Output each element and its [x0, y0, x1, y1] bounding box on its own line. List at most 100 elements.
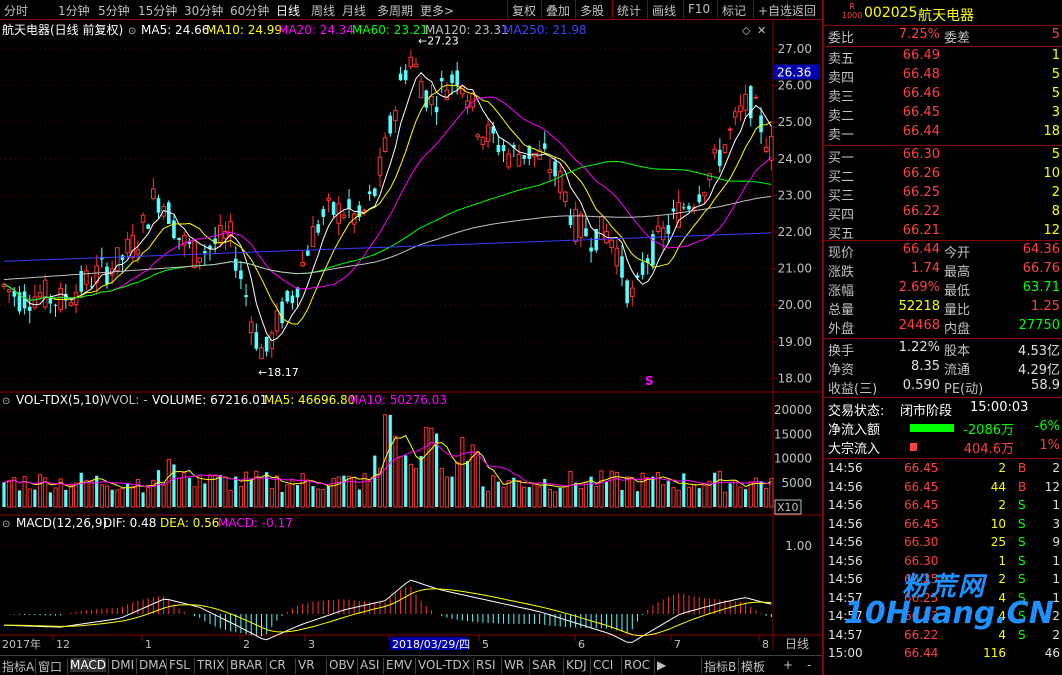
tab-divider — [295, 658, 296, 674]
market-badge-icon: R 1000 — [842, 2, 863, 20]
volume-bar-up — [84, 479, 89, 508]
period-tab-0[interactable]: 分时 — [4, 2, 28, 19]
ask-row-1[interactable]: 卖五 66.49 1 — [828, 48, 1060, 67]
ask-row-4[interactable]: 卖二 66.45 3 — [828, 105, 1060, 124]
bid-row-4[interactable]: 买四 66.22 8 — [828, 204, 1060, 223]
tool-button-8[interactable]: 返回 — [792, 2, 816, 19]
ask-row-5[interactable]: 卖一 66.44 18 — [828, 124, 1060, 143]
tick-row[interactable]: 14:56 66.30 25 S 9 — [828, 535, 1060, 553]
tick-row[interactable]: 14:56 66.30 1 S 1 — [828, 554, 1060, 572]
stat-label: 量比 — [944, 303, 971, 318]
indicator-tab-item-20[interactable]: ▶ — [657, 658, 666, 672]
tick-row[interactable]: 14:57 66.25 4 S 1 — [828, 591, 1060, 609]
indicator-tab-fsl-5[interactable]: FSL — [169, 658, 190, 672]
indicator-tab-roc-19[interactable]: ROC — [624, 658, 650, 672]
period-tab-1[interactable]: 1分钟 — [58, 2, 90, 19]
indicator-tab-b-21[interactable]: 指标B — [704, 658, 736, 675]
current-price-label: 26.36 — [777, 65, 811, 79]
indicator-tab-dma-4[interactable]: DMA — [139, 658, 167, 672]
tick-row[interactable]: 14:56 66.45 10 S 3 — [828, 517, 1060, 535]
indicator-tab-item-24[interactable]: - — [807, 658, 811, 672]
period-tab-5[interactable]: 60分钟 — [230, 2, 269, 19]
tool-button-5[interactable]: F10 — [688, 2, 710, 16]
tool-button-1[interactable]: 叠加 — [546, 2, 570, 19]
volume-bar-down — [404, 455, 408, 507]
indicator-tab-item-1[interactable]: 窗口 — [38, 658, 62, 675]
tick-volume: 2 — [998, 498, 1006, 512]
tick-row[interactable]: 14:56 66.45 2 S 1 — [828, 498, 1060, 516]
tool-button-3[interactable]: 统计 — [617, 2, 641, 19]
indicator-tab-a-0[interactable]: 指标A — [2, 658, 34, 675]
indicator-tab-vr-9[interactable]: VR — [298, 658, 315, 672]
bid-row-3[interactable]: 买三 66.25 2 — [828, 185, 1060, 204]
tick-row[interactable]: 14:57 66.22 4 S 2 — [828, 628, 1060, 646]
volume-bar-up — [722, 491, 728, 508]
candle-body-down — [640, 262, 645, 275]
indicator-tab-rsi-14[interactable]: RSI — [476, 658, 496, 672]
stat-value: 1.25 — [1031, 299, 1060, 314]
tick-volume: 25 — [990, 535, 1006, 549]
indicator-tab-obv-10[interactable]: OBV — [329, 658, 355, 672]
tick-row[interactable]: 14:56 66.45 2 B 2 — [828, 461, 1060, 479]
toolbar-divider — [507, 0, 508, 20]
volume-tick-label: 20000 — [774, 403, 812, 417]
indicator-tab-wr-15[interactable]: WR — [504, 658, 524, 672]
order-price: 66.48 — [902, 67, 940, 82]
collapse-icon[interactable]: ⊙ — [2, 396, 10, 407]
ask-row-2[interactable]: 卖四 66.48 5 — [828, 67, 1060, 86]
candles — [1, 50, 774, 360]
collapse-icon[interactable]: ⊙ — [2, 519, 10, 530]
tick-row[interactable]: 14:56 66.25 2 S 1 — [828, 572, 1060, 590]
indicator-tab-kdj-17[interactable]: KDJ — [566, 658, 587, 672]
volume-bar-up — [408, 463, 413, 508]
collapse-icon[interactable]: ⊙ — [128, 26, 136, 37]
indicator-tab-macd-2[interactable]: MACD — [70, 658, 106, 672]
ask-row-3[interactable]: 卖三 66.46 5 — [828, 86, 1060, 105]
volume-bar-down — [620, 489, 624, 507]
indicator-tab-asi-11[interactable]: ASI — [360, 658, 379, 672]
period-tab-6[interactable]: 日线 — [276, 2, 300, 19]
indicator-tab-cci-18[interactable]: CCI — [593, 658, 613, 672]
volume-bar-down — [481, 486, 485, 507]
kline-chart[interactable]: 27.0026.0025.0024.0023.0022.0021.0020.00… — [0, 20, 822, 650]
candle-body-up — [135, 249, 141, 255]
tick-row[interactable]: 15:00 66.44 116 46 — [828, 646, 1060, 664]
candle-body-up — [32, 296, 38, 309]
indicator-tab-item-23[interactable]: + — [783, 658, 793, 672]
bid-row-2[interactable]: 买二 66.26 10 — [828, 166, 1060, 185]
volume-bar-up — [753, 477, 758, 508]
tab-divider — [738, 658, 739, 674]
tick-row[interactable]: 14:56 66.45 44 B 12 — [828, 480, 1060, 498]
order-level-label: 卖二 — [828, 109, 855, 124]
period-tab-10[interactable]: 更多> — [420, 2, 454, 19]
tool-button-7[interactable]: +自选 — [758, 2, 792, 19]
indicator-tab-trix-6[interactable]: TRIX — [197, 658, 224, 672]
volume-bar-up — [135, 479, 141, 508]
period-tab-9[interactable]: 多周期 — [377, 2, 413, 19]
indicator-tab-sar-16[interactable]: SAR — [532, 658, 556, 672]
period-tab-8[interactable]: 月线 — [342, 2, 366, 19]
indicator-tab-item-22[interactable]: 模板 — [741, 658, 765, 675]
period-tab-7[interactable]: 周线 — [311, 2, 335, 19]
period-tab-4[interactable]: 30分钟 — [184, 2, 223, 19]
bid-row-1[interactable]: 买一 66.30 5 — [828, 147, 1060, 166]
tool-button-0[interactable]: 复权 — [512, 2, 536, 19]
indicator-tab-brar-7[interactable]: BRAR — [230, 658, 263, 672]
volume-bar-up — [630, 477, 635, 508]
diamond-icon[interactable]: ◇ — [742, 24, 751, 37]
close-icon[interactable]: ✕ — [757, 24, 766, 37]
indicator-tab-cr-8[interactable]: CR — [269, 658, 286, 672]
tool-button-4[interactable]: 画线 — [652, 2, 676, 19]
candle-body-up — [475, 134, 481, 138]
x-axis-label: 6 — [578, 638, 585, 650]
indicator-tab-vol-tdx-13[interactable]: VOL-TDX — [418, 658, 470, 672]
tool-button-6[interactable]: 标记 — [722, 2, 746, 19]
period-tab-2[interactable]: 5分钟 — [98, 2, 130, 19]
indicator-tab-dmi-3[interactable]: DMI — [111, 658, 134, 672]
volume-bar-up — [609, 470, 614, 508]
indicator-tab-emv-12[interactable]: EMV — [386, 658, 412, 672]
tool-button-2[interactable]: 多股 — [580, 2, 604, 19]
tick-time: 14:56 — [828, 535, 863, 549]
period-tab-3[interactable]: 15分钟 — [138, 2, 177, 19]
tick-row[interactable]: 14:57 66.22 4 S 2 — [828, 609, 1060, 627]
